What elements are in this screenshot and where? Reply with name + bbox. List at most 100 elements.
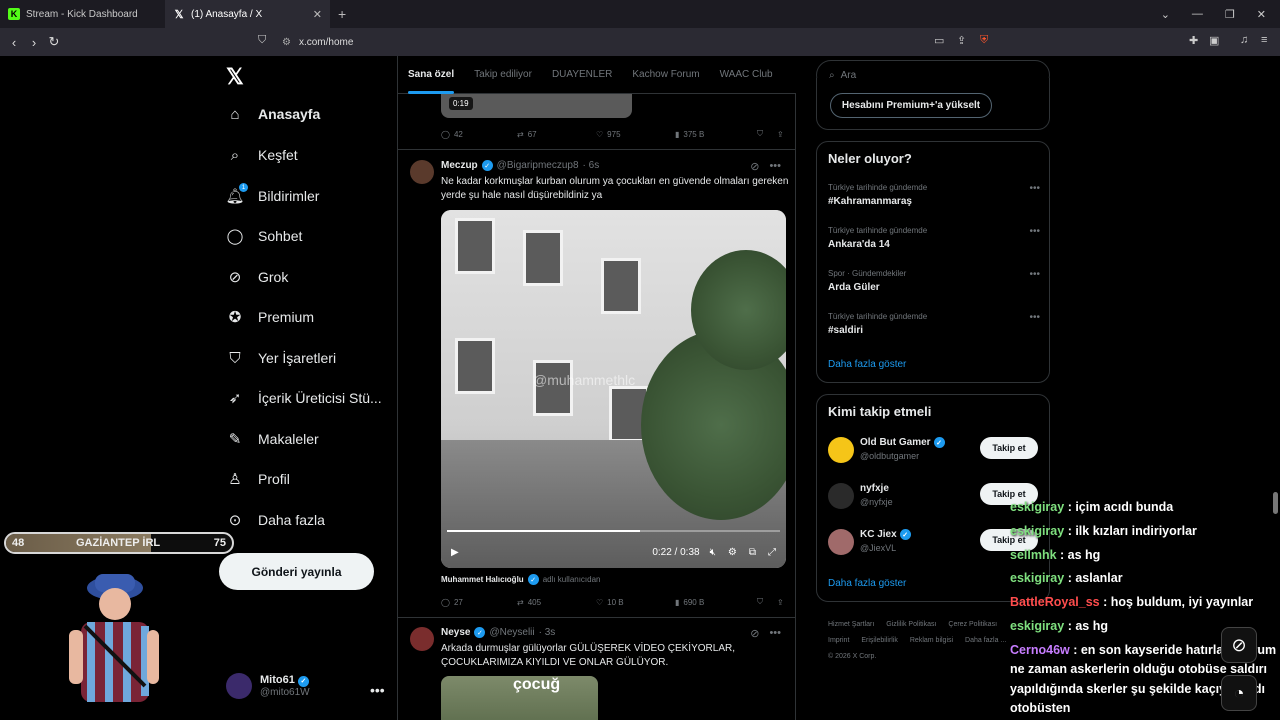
avatar[interactable] xyxy=(410,627,434,651)
reload-icon[interactable]: ↻ xyxy=(44,34,64,50)
post-button[interactable]: Gönderi yayınla xyxy=(219,553,374,590)
back-icon[interactable]: ‹ xyxy=(4,35,24,50)
author-handle[interactable]: @Bigaripmeczup8 xyxy=(497,160,579,171)
reply-button[interactable]: ◯ 42 xyxy=(441,129,517,139)
author-name[interactable]: Neyse xyxy=(441,627,470,638)
trend-item[interactable]: Türkiye tarihinde gündemde #saldiri ••• xyxy=(828,312,1040,336)
share-tweet-icon[interactable]: ⇪ xyxy=(777,597,784,607)
nav-label: Grok xyxy=(258,269,289,285)
footer-link[interactable]: Gizlilik Politikası xyxy=(886,621,936,628)
tab-kachow-forum[interactable]: Kachow Forum xyxy=(622,56,709,94)
x-logo-icon[interactable]: 𝕏 xyxy=(226,64,244,90)
more-icon[interactable]: ••• xyxy=(769,160,781,173)
like-button[interactable]: ♡ 10 B xyxy=(596,597,675,607)
trend-topic: Arda Güler xyxy=(828,282,880,293)
menu-icon[interactable]: ≡ xyxy=(1261,34,1267,46)
new-tab-icon[interactable]: + xyxy=(338,6,346,22)
nav-creator-studio[interactable]: ➶ İçerik Üreticisi Stü... xyxy=(226,389,382,407)
forward-icon[interactable]: › xyxy=(24,35,44,50)
trend-item[interactable]: Türkiye tarihinde gündemde Ankara'da 14 … xyxy=(828,226,1040,250)
close-tab-icon[interactable]: ✕ xyxy=(313,8,322,21)
suggested-user[interactable]: nyfxje @nyfxje Takip et xyxy=(828,483,1040,517)
nav-explore[interactable]: ⌕ Keşfet xyxy=(226,146,298,164)
more-icon[interactable]: ••• xyxy=(1029,312,1040,323)
show-more-trends-link[interactable]: Daha fazla göster xyxy=(828,359,906,370)
nav-premium[interactable]: ✪ Premium xyxy=(226,308,314,326)
reply-icon: ◯ xyxy=(441,597,450,607)
suggested-user[interactable]: KC Jiex ✓ @JiexVL Takip et xyxy=(828,529,1040,563)
browser-tab-kick[interactable]: K Stream - Kick Dashboard xyxy=(0,0,165,28)
tab-waac-club[interactable]: WAAC Club xyxy=(710,56,783,94)
footer-link[interactable]: Hizmet Şartları xyxy=(828,621,874,628)
trend-item[interactable]: Türkiye tarihinde gündemde #Kahramanmara… xyxy=(828,183,1040,207)
nav-bookmarks[interactable]: ⛉ Yer İşaretleri xyxy=(226,349,336,367)
sidebar-toggle-icon[interactable]: ▣ xyxy=(1209,34,1219,47)
nav-articles[interactable]: ✎ Makaleler xyxy=(226,430,319,448)
settings-icon[interactable]: ⚙ xyxy=(728,547,737,558)
nav-home[interactable]: ⌂ Anasayfa xyxy=(226,105,320,123)
restore-icon[interactable]: ❐ xyxy=(1225,8,1235,21)
account-more-icon[interactable]: ••• xyxy=(370,682,385,698)
tweet-time[interactable]: · 6s xyxy=(583,160,600,171)
extensions-icon[interactable]: ✚ xyxy=(1189,34,1198,47)
mute-icon[interactable]: 🔇︎ xyxy=(710,547,716,558)
share-tweet-icon[interactable]: ⇪ xyxy=(777,129,784,139)
nav-label: Yer İşaretleri xyxy=(258,350,337,366)
tweet-media[interactable]: çocuğ xyxy=(441,676,598,720)
more-icon[interactable]: ••• xyxy=(769,627,781,640)
more-icon[interactable]: ••• xyxy=(1029,183,1040,194)
account-switcher[interactable]: Mito61 ✓ @mito61W xyxy=(226,673,310,699)
views-button[interactable]: ▮ 375 B xyxy=(675,129,757,139)
tab-duayenler[interactable]: DUAYENLER xyxy=(542,56,622,94)
suggested-user[interactable]: Old But Gamer ✓ @oldbutgamer Takip et xyxy=(828,437,1040,471)
views-button[interactable]: ▮ 690 B xyxy=(675,597,757,607)
grok-explain-icon[interactable]: ⊘ xyxy=(750,627,759,640)
play-icon[interactable]: ▶ xyxy=(451,547,459,558)
browser-tab-x[interactable]: 𝕏 (1) Anasayfa / X ✕ xyxy=(165,0,330,28)
nav-chat[interactable]: ◯ Sohbet xyxy=(226,227,303,245)
cast-icon[interactable]: ▭ xyxy=(934,34,944,47)
footer-link[interactable]: Reklam bilgisi xyxy=(910,637,953,644)
video-player[interactable]: @muhammethlc ▶ 0:22 / 0:38 🔇︎ ⚙ ⧉ ⤢ xyxy=(441,210,786,568)
bookmark-tweet-icon[interactable]: ⛉ xyxy=(757,129,777,139)
url-field[interactable]: ⚙ x.com/home xyxy=(282,32,1002,52)
repost-button[interactable]: ⇄ 67 xyxy=(517,129,596,139)
nav-grok[interactable]: ⊘ Grok xyxy=(226,268,289,286)
reply-button[interactable]: ◯ 27 xyxy=(441,597,517,607)
minimize-icon[interactable]: — xyxy=(1192,8,1203,20)
share-icon[interactable]: ⇪ xyxy=(957,34,966,47)
brave-shield-icon[interactable]: ⛨ xyxy=(980,34,988,47)
author-name[interactable]: Meczup xyxy=(441,160,478,171)
repost-button[interactable]: ⇄ 405 xyxy=(517,597,596,607)
tweet-time[interactable]: · 3s xyxy=(539,627,556,638)
follow-button[interactable]: Takip et xyxy=(980,437,1038,459)
show-more-users-link[interactable]: Daha fazla göster xyxy=(828,578,906,589)
video-progress-bar[interactable] xyxy=(447,530,780,532)
footer-link[interactable]: Çerez Politikası xyxy=(948,621,997,628)
nav-notifications[interactable]: 🔔︎ 1 Bildirimler xyxy=(225,183,319,205)
avatar[interactable] xyxy=(410,160,434,184)
footer-link[interactable]: Imprint xyxy=(828,637,849,644)
bookmark-page-icon[interactable]: ⛉ xyxy=(258,34,266,47)
nav-profile[interactable]: ♙ Profil xyxy=(226,470,290,488)
footer-link[interactable]: Daha fazla ... xyxy=(965,637,1006,644)
trend-item[interactable]: Spor · Gündemdekiler Arda Güler ••• xyxy=(828,269,1040,293)
more-icon[interactable]: ••• xyxy=(1029,226,1040,237)
bookmark-tweet-icon[interactable]: ⛉ xyxy=(757,597,777,607)
grok-explain-icon[interactable]: ⊘ xyxy=(750,160,759,173)
upgrade-premium-button[interactable]: Hesabını Premium+'a yükselt xyxy=(830,93,992,118)
tab-for-you[interactable]: Sana özel xyxy=(398,56,464,94)
tab-following[interactable]: Takip ediliyor xyxy=(464,56,542,94)
site-info-icon[interactable]: ⚙ xyxy=(282,37,291,48)
author-handle[interactable]: @Neyselii xyxy=(489,627,534,638)
like-button[interactable]: ♡ 975 xyxy=(596,129,675,139)
footer-link[interactable]: Erişilebilirlik xyxy=(861,637,898,644)
nav-more[interactable]: ⊙ Daha fazla xyxy=(226,511,325,529)
media-icon[interactable]: ♫ xyxy=(1240,34,1248,46)
more-icon[interactable]: ••• xyxy=(1029,269,1040,280)
chevron-down-icon[interactable]: ⌄ xyxy=(1161,8,1170,21)
pip-icon[interactable]: ⧉ xyxy=(749,547,756,558)
fullscreen-icon[interactable]: ⤢ xyxy=(768,547,776,558)
credit-name[interactable]: Muhammet Halıcıoğlu xyxy=(441,575,524,584)
close-window-icon[interactable]: ✕ xyxy=(1257,8,1266,21)
